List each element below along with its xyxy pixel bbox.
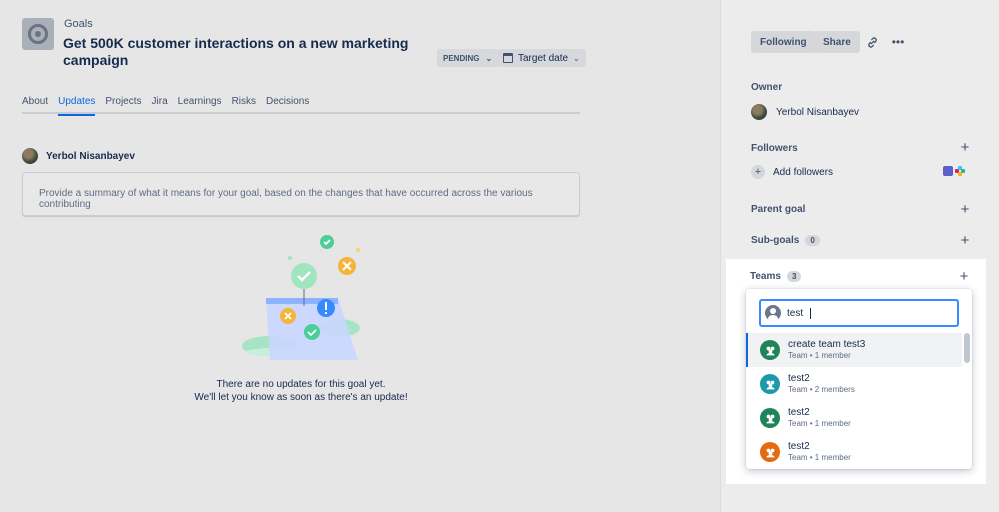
tab-decisions[interactable]: Decisions bbox=[266, 96, 309, 114]
team-option-name: create team test3 bbox=[788, 339, 866, 350]
empty-state-illustration bbox=[242, 235, 360, 360]
owner-row[interactable]: Yerbol Nisanbayev bbox=[751, 104, 859, 120]
team-search-input[interactable]: test bbox=[759, 299, 959, 327]
team-option-meta: Team • 1 member bbox=[788, 351, 851, 360]
breadcrumb[interactable]: Goals bbox=[64, 18, 93, 30]
integration-icons bbox=[943, 166, 965, 176]
plus-icon: + bbox=[751, 165, 765, 179]
target-date-label: Target date bbox=[518, 52, 569, 64]
avatar bbox=[22, 148, 38, 164]
add-team-plus-icon[interactable]: + bbox=[956, 268, 972, 285]
team-option-meta: Team • 1 member bbox=[788, 419, 851, 428]
author-name: Yerbol Nisanbayev bbox=[46, 150, 135, 162]
add-follower-plus-icon[interactable]: + bbox=[957, 140, 973, 155]
team-option-name: test2 bbox=[788, 373, 810, 384]
following-button[interactable]: Following bbox=[751, 31, 816, 53]
more-options-icon[interactable]: ••• bbox=[887, 31, 909, 53]
share-button[interactable]: Share bbox=[814, 31, 860, 53]
slack-app-icon[interactable] bbox=[955, 166, 965, 176]
team-option[interactable]: create team test3 Team • 1 member bbox=[746, 333, 962, 367]
main-content: Goals Get 500K customer interactions on … bbox=[0, 0, 720, 512]
team-option-meta: Team • 2 members bbox=[788, 385, 855, 394]
tab-risks[interactable]: Risks bbox=[232, 96, 256, 114]
text-caret bbox=[810, 307, 812, 319]
chevron-down-icon: ⌄ bbox=[573, 53, 580, 63]
scrollbar-thumb[interactable] bbox=[964, 333, 970, 363]
team-option[interactable]: test2 Team • 1 member bbox=[746, 435, 962, 469]
team-avatar-icon bbox=[760, 408, 780, 428]
followers-label: Followers bbox=[751, 143, 798, 154]
empty-state-line1: There are no updates for this goal yet. bbox=[216, 379, 386, 390]
status-label: PENDING bbox=[443, 53, 480, 63]
goal-icon bbox=[22, 18, 54, 50]
team-option-name: test2 bbox=[788, 407, 810, 418]
tab-learnings[interactable]: Learnings bbox=[178, 96, 222, 114]
tab-about[interactable]: About bbox=[22, 96, 48, 114]
calendar-icon bbox=[503, 53, 513, 63]
team-avatar-icon bbox=[760, 442, 780, 462]
tab-bar: About Updates Projects Jira Learnings Ri… bbox=[22, 96, 580, 116]
team-option[interactable]: test2 Team • 2 members bbox=[746, 367, 962, 401]
link-icon[interactable] bbox=[861, 31, 883, 53]
team-options-list: create team test3 Team • 1 member test2 … bbox=[746, 333, 962, 469]
team-option-meta: Team • 1 member bbox=[788, 453, 851, 462]
subgoals-section: Sub-goals 0 bbox=[751, 235, 820, 246]
empty-state-line2: We'll let you know as soon as there's an… bbox=[194, 392, 408, 403]
add-parent-goal-plus-icon[interactable]: + bbox=[957, 202, 973, 217]
teams-count-badge: 3 bbox=[786, 271, 802, 282]
page-title[interactable]: Get 500K customer interactions on a new … bbox=[63, 35, 413, 69]
chevron-down-icon: ⌄ bbox=[485, 53, 493, 63]
teams-section: Teams 3 + test create team test3 Team • … bbox=[726, 259, 986, 484]
teams-label: Teams bbox=[750, 271, 781, 282]
update-summary-editor[interactable]: Provide a summary of what it means for y… bbox=[22, 172, 580, 216]
team-avatar-icon bbox=[760, 340, 780, 360]
owner-name: Yerbol Nisanbayev bbox=[776, 106, 860, 118]
update-author: Yerbol Nisanbayev bbox=[22, 148, 135, 164]
team-search-query: test bbox=[787, 307, 804, 319]
tab-jira[interactable]: Jira bbox=[152, 96, 168, 114]
dropdown-scrollbar[interactable] bbox=[964, 333, 970, 467]
tab-projects[interactable]: Projects bbox=[105, 96, 141, 114]
parent-goal-label: Parent goal bbox=[751, 204, 806, 215]
status-dropdown[interactable]: PENDING ⌄ bbox=[437, 49, 499, 67]
target-date-button[interactable]: Target date ⌄ bbox=[497, 49, 586, 67]
summary-placeholder: Provide a summary of what it means for y… bbox=[39, 188, 533, 210]
teams-app-icon[interactable] bbox=[943, 166, 953, 176]
user-placeholder-icon bbox=[765, 305, 781, 321]
add-subgoal-plus-icon[interactable]: + bbox=[957, 233, 973, 248]
team-option-name: test2 bbox=[788, 441, 810, 452]
team-picker-dropdown: test create team test3 Team • 1 member t… bbox=[746, 289, 972, 469]
empty-state-message: There are no updates for this goal yet. … bbox=[150, 378, 452, 404]
tab-updates[interactable]: Updates bbox=[58, 96, 96, 116]
add-followers-label: Add followers bbox=[773, 166, 834, 178]
owner-label: Owner bbox=[751, 82, 783, 93]
subgoals-label: Sub-goals bbox=[751, 235, 800, 246]
add-followers-button[interactable]: + Add followers bbox=[751, 165, 833, 179]
teams-header: Teams 3 bbox=[750, 271, 802, 282]
subgoals-count-badge: 0 bbox=[805, 235, 820, 246]
team-avatar-icon bbox=[760, 374, 780, 394]
team-option[interactable]: test2 Team • 1 member bbox=[746, 401, 962, 435]
avatar bbox=[751, 104, 767, 120]
